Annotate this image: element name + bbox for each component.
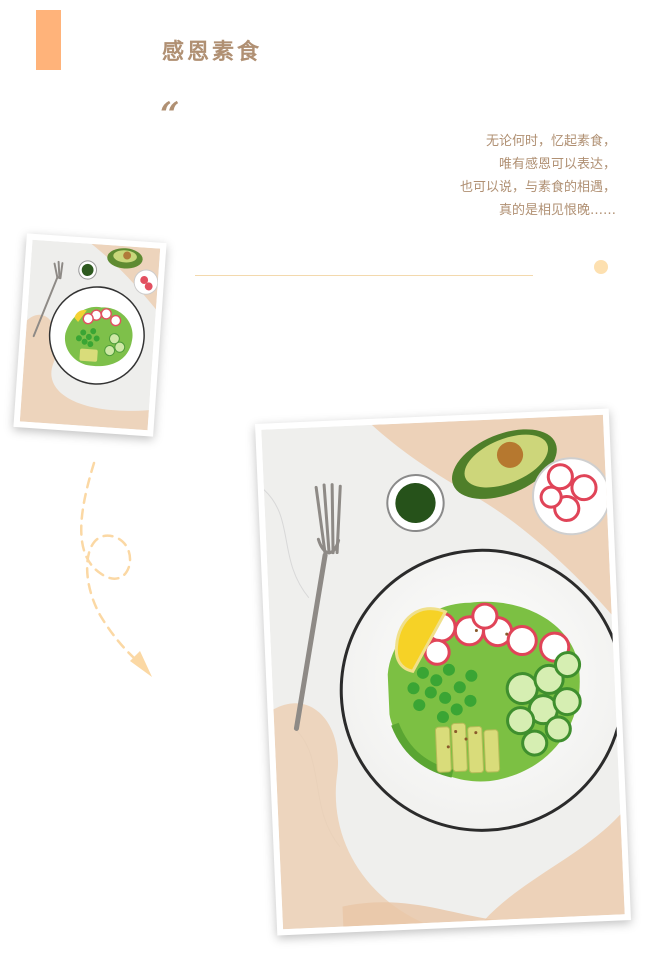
dashed-loop-arrow-icon: [80, 461, 152, 677]
poem-line: 也可以说，与素食的相遇，: [459, 180, 616, 195]
salad-photo-large: [255, 408, 631, 936]
poem-line: 无论何时，忆起素食，: [485, 134, 616, 149]
divider-line: [195, 275, 533, 276]
poem-block: 无论何时，忆起素食， 唯有感恩可以表达， 也可以说，与素食的相遇， 真的是相见恨…: [460, 130, 616, 222]
salad-bowl-image: [19, 239, 161, 431]
accent-bar: [36, 10, 61, 70]
poem-line: 真的是相见恨晚……: [498, 203, 616, 218]
salad-photo-small: [13, 233, 167, 437]
page-title: 感恩素食: [162, 40, 263, 65]
salad-bowl-image: [261, 414, 625, 930]
poem-line: 唯有感恩可以表达，: [498, 157, 616, 172]
quote-mark: “: [160, 95, 180, 135]
decorative-dot: [594, 260, 608, 274]
